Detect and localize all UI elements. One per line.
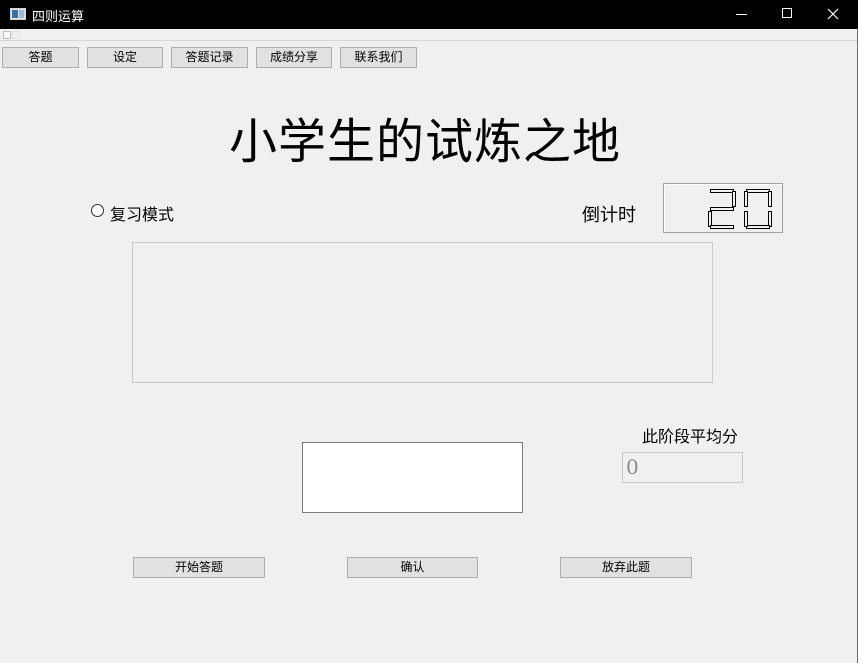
countdown-segment-highlight bbox=[745, 192, 747, 206]
countdown-segment-highlight bbox=[745, 212, 747, 226]
countdown-segment-highlight bbox=[769, 212, 771, 226]
tab-settings[interactable]: 设定 bbox=[87, 47, 163, 68]
countdown-segment-highlight bbox=[711, 190, 733, 192]
tab-answer[interactable]: 答题 bbox=[2, 47, 79, 68]
countdown-display bbox=[663, 183, 783, 233]
app-window-icon bbox=[10, 8, 26, 20]
countdown-segment-highlight bbox=[769, 192, 771, 206]
maximize-button[interactable] bbox=[764, 0, 810, 29]
countdown-segment-highlight bbox=[747, 190, 769, 192]
countdown-label: 倒计时 bbox=[582, 205, 636, 226]
countdown-segment-highlight bbox=[709, 212, 711, 226]
radio-circle-icon[interactable] bbox=[91, 204, 104, 217]
toolbar-grip-icon-secondary[interactable] bbox=[12, 31, 20, 39]
countdown-segment-highlight bbox=[747, 226, 769, 228]
tab-answer-history[interactable]: 答题记录 bbox=[171, 47, 248, 68]
window-title: 四则运算 bbox=[32, 10, 85, 25]
countdown-segment-highlight bbox=[733, 192, 735, 206]
toolbar-grip-icon[interactable] bbox=[3, 31, 11, 39]
maximize-icon bbox=[782, 8, 792, 18]
minimize-icon bbox=[736, 14, 747, 15]
countdown-digits bbox=[708, 189, 772, 229]
skip-question-button[interactable]: 放弃此题 bbox=[560, 557, 692, 578]
average-score-field: 0 bbox=[622, 452, 743, 483]
page-title: 小学生的试炼之地 bbox=[228, 114, 621, 170]
close-button[interactable] bbox=[810, 0, 856, 29]
close-icon bbox=[827, 8, 839, 20]
answer-input[interactable] bbox=[302, 442, 523, 513]
tab-contact-us[interactable]: 联系我们 bbox=[340, 47, 417, 68]
title-bar[interactable]: 四则运算 bbox=[0, 0, 858, 29]
toolbar-strip bbox=[0, 29, 857, 41]
confirm-button[interactable]: 确认 bbox=[347, 557, 478, 578]
start-answer-button[interactable]: 开始答题 bbox=[133, 557, 265, 578]
question-display bbox=[132, 242, 713, 383]
minimize-button[interactable] bbox=[718, 0, 764, 29]
review-mode-label[interactable]: 复习模式 bbox=[110, 201, 174, 225]
countdown-segment-highlight bbox=[711, 226, 733, 228]
countdown-segment-highlight bbox=[711, 208, 733, 210]
tab-score-share[interactable]: 成绩分享 bbox=[256, 47, 332, 68]
average-score-label: 此阶段平均分 bbox=[642, 427, 739, 446]
app-window: 四则运算 答题 设定 答题记录 成绩分享 联系我们 小学生的试炼之地 复习模式 … bbox=[0, 0, 858, 663]
